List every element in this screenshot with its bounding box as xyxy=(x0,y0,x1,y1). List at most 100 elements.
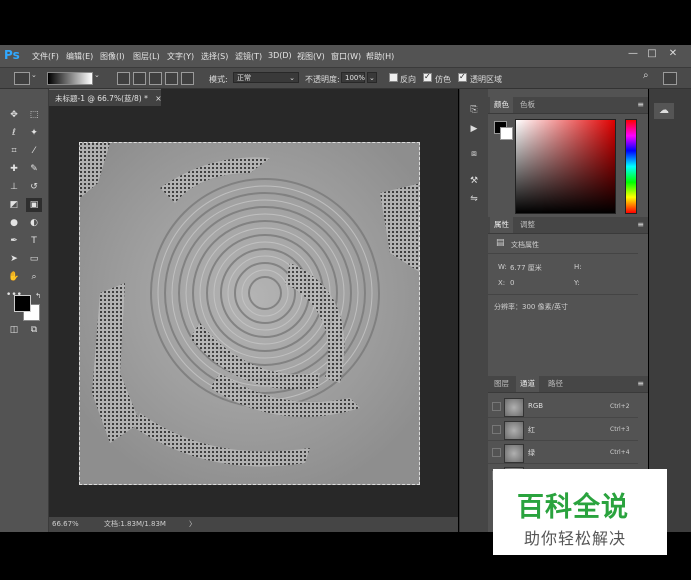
panel-menu-icon[interactable]: ≡ xyxy=(637,379,644,388)
libraries-icon[interactable]: ☁ xyxy=(654,103,674,119)
menu-edit[interactable]: 编辑(E) xyxy=(66,51,93,62)
menu-select[interactable]: 选择(S) xyxy=(201,51,228,62)
panel-menu-icon[interactable]: ≡ xyxy=(637,220,644,229)
image-canvas[interactable] xyxy=(79,142,420,485)
workspace-icon[interactable] xyxy=(663,72,677,85)
mode-select[interactable]: 正常 ⌄ xyxy=(233,72,299,83)
lasso-icon[interactable]: ℓ xyxy=(6,126,22,140)
path-select-icon[interactable]: ➤ xyxy=(6,252,22,266)
panel-menu-icon[interactable]: ≡ xyxy=(637,100,644,109)
menu-window[interactable]: 窗口(W) xyxy=(331,51,361,62)
close-icon[interactable]: ✕ xyxy=(665,47,681,61)
adjust-icon[interactable]: ⇋ xyxy=(467,194,481,206)
brush-preset-icon[interactable]: ⧈ xyxy=(467,149,481,161)
stamp-icon[interactable]: ⊥ xyxy=(6,180,22,194)
quick-mask-icon[interactable]: ◫ xyxy=(6,323,22,337)
actions-play-icon[interactable]: ▶ xyxy=(467,124,481,136)
transparency-checkbox[interactable] xyxy=(458,72,467,82)
document-tab-title: 未标题-1 @ 66.7%(蓝/8) * xyxy=(55,94,148,103)
menu-type[interactable]: 文字(Y) xyxy=(167,51,194,62)
shape-icon[interactable]: ▭ xyxy=(26,252,42,266)
zoom-level[interactable]: 66.67% xyxy=(52,517,79,532)
tab-layers[interactable]: 图层 xyxy=(490,376,513,392)
mode-value: 正常 xyxy=(237,74,251,82)
hue-slider[interactable] xyxy=(625,119,637,214)
visibility-icon[interactable] xyxy=(492,425,501,434)
document-tab[interactable]: 未标题-1 @ 66.7%(蓝/8) * × xyxy=(49,89,162,106)
healing-icon[interactable]: ✚ xyxy=(6,162,22,176)
screen-mode-icon[interactable]: ⧉ xyxy=(26,323,42,337)
blur-icon[interactable]: ● xyxy=(6,216,22,230)
menu-filter[interactable]: 滤镜(T) xyxy=(235,51,262,62)
reflected-gradient-button[interactable] xyxy=(165,72,178,85)
channel-row[interactable]: RGB Ctrl+2 xyxy=(488,396,638,418)
menu-image[interactable]: 图像(I) xyxy=(100,51,125,62)
channel-row[interactable]: 红 Ctrl+3 xyxy=(488,419,638,441)
close-tab-icon[interactable]: × xyxy=(155,94,161,103)
reverse-checkbox[interactable] xyxy=(389,73,398,82)
angle-gradient-button[interactable] xyxy=(149,72,162,85)
menu-view[interactable]: 视图(V) xyxy=(297,51,325,62)
right-panels: 颜色 色板 ≡ 属性 调整 ≡ ▤ 文档属性 W: 6.77 厘米 H: X: … xyxy=(488,89,648,532)
chevron-down-icon[interactable]: ⌄ xyxy=(31,71,37,79)
opacity-input[interactable]: 100% xyxy=(341,72,365,83)
x-label: X: xyxy=(498,279,506,287)
tab-color[interactable]: 颜色 xyxy=(490,97,513,113)
channel-row[interactable]: 绿 Ctrl+4 xyxy=(488,442,638,464)
type-icon[interactable]: T xyxy=(26,234,42,248)
swap-colors-icon[interactable]: ↰ xyxy=(30,289,46,303)
diamond-gradient-button[interactable] xyxy=(181,72,194,85)
gradient-swatch[interactable] xyxy=(47,72,93,85)
minimize-icon[interactable]: — xyxy=(625,47,641,61)
width-value[interactable]: 6.77 厘米 xyxy=(510,263,542,273)
menu-layer[interactable]: 图层(L) xyxy=(133,51,160,62)
tab-properties[interactable]: 属性 xyxy=(490,217,513,233)
move-icon[interactable]: ✥ xyxy=(6,108,22,122)
brush-icon[interactable]: ✎ xyxy=(26,162,42,176)
tab-adjustments[interactable]: 调整 xyxy=(516,217,539,233)
menu-help[interactable]: 帮助(H) xyxy=(366,51,394,62)
channel-thumbnail xyxy=(504,398,524,417)
hand-icon[interactable]: ✋ xyxy=(6,270,22,284)
status-bar: 66.67% 文档:1.83M/1.83M 〉 xyxy=(49,517,458,532)
eraser-icon[interactable]: ◩ xyxy=(6,198,22,212)
magic-wand-icon[interactable]: ✦ xyxy=(26,126,42,140)
visibility-icon[interactable] xyxy=(492,402,501,411)
dodge-icon[interactable]: ◐ xyxy=(26,216,42,230)
opacity-dropdown[interactable]: ⌄ xyxy=(367,72,377,83)
marquee-icon[interactable]: ⬚ xyxy=(26,108,42,122)
tool-preset-picker[interactable] xyxy=(14,72,30,85)
eyedropper-icon[interactable]: ⁄ xyxy=(26,144,42,158)
crop-icon[interactable]: ⌗ xyxy=(6,144,22,158)
history-brush-icon[interactable]: ↺ xyxy=(26,180,42,194)
chevron-down-icon[interactable]: ⌄ xyxy=(94,71,100,79)
history-icon[interactable]: ⎘ xyxy=(467,105,481,117)
options-bar: ⌄ ⌄ 模式: 正常 ⌄ 不透明度: 100% ⌄ 反向 仿色 透明区域 ⌕ xyxy=(0,68,691,89)
tool-presets-icon[interactable]: ⚒ xyxy=(467,176,481,188)
dither-checkbox[interactable] xyxy=(423,72,432,82)
radial-gradient-button[interactable] xyxy=(133,72,146,85)
x-value[interactable]: 0 xyxy=(510,279,514,287)
gradient-icon[interactable]: ▣ xyxy=(26,198,42,212)
foreground-color-swatch[interactable] xyxy=(14,295,31,312)
tab-paths[interactable]: 路径 xyxy=(544,376,567,392)
menu-3d[interactable]: 3D(D) xyxy=(268,51,292,60)
layers-panel-tabs: 图层 通道 路径 ≡ xyxy=(488,376,648,393)
linear-gradient-button[interactable] xyxy=(117,72,130,85)
panel-background-swatch[interactable] xyxy=(500,127,513,140)
search-icon[interactable]: ⌕ xyxy=(643,70,649,81)
tab-channels[interactable]: 通道 xyxy=(516,376,539,392)
zoom-icon[interactable]: ⌕ xyxy=(26,270,42,284)
document-properties-icon: ▤ xyxy=(496,238,505,248)
color-picker-field[interactable] xyxy=(515,119,616,214)
properties-panel-tabs: 属性 调整 ≡ xyxy=(488,217,648,234)
menu-file[interactable]: 文件(F) xyxy=(32,51,59,62)
pen-icon[interactable]: ✒ xyxy=(6,234,22,248)
maximize-icon[interactable]: □ xyxy=(644,47,660,61)
app-logo: Ps xyxy=(4,48,20,62)
visibility-icon[interactable] xyxy=(492,448,501,457)
status-menu-arrow[interactable]: 〉 xyxy=(189,517,196,532)
resolution-text: 分辨率：300 像素/英寸 xyxy=(494,303,568,311)
divider xyxy=(488,253,638,254)
tab-swatches[interactable]: 色板 xyxy=(516,97,539,113)
